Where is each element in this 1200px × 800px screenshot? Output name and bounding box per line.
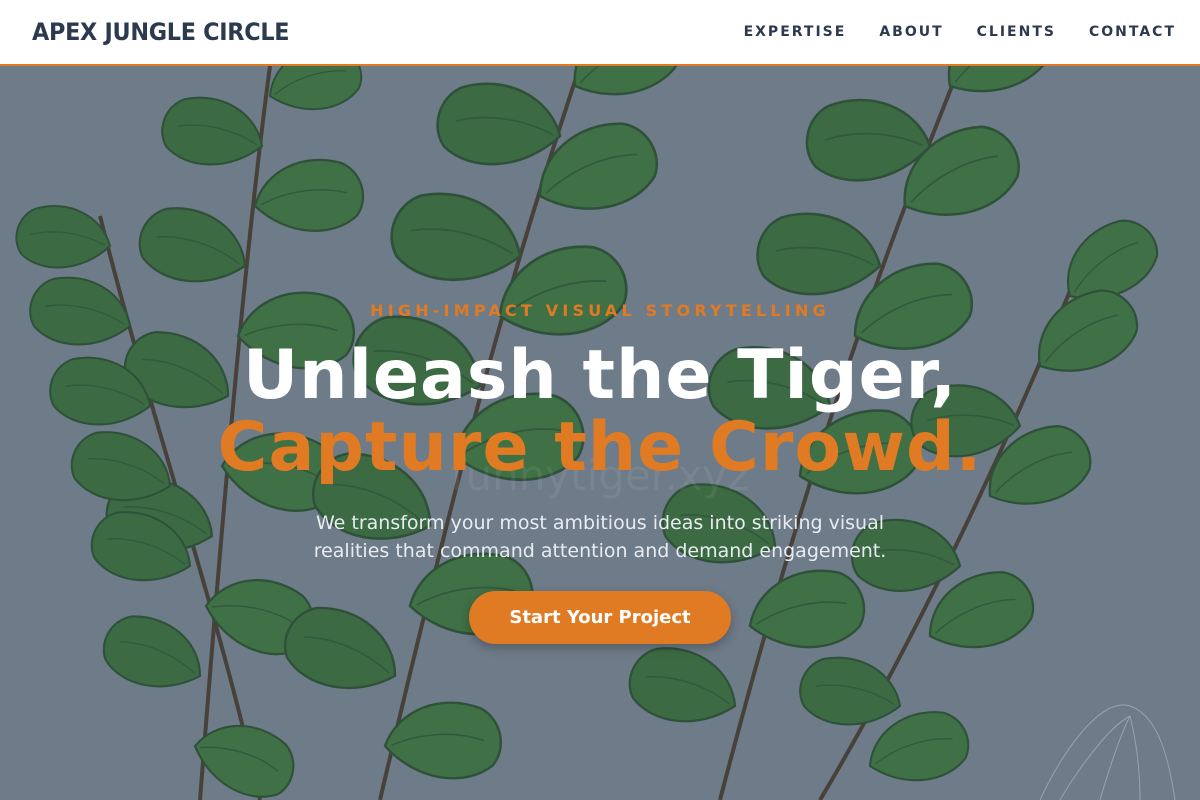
brand-logo[interactable]: APEX JUNGLE CIRCLE (32, 18, 290, 46)
site-header: APEX JUNGLE CIRCLE EXPERTISE ABOUT CLIEN… (0, 0, 1200, 66)
nav-link-expertise[interactable]: EXPERTISE (744, 24, 847, 40)
hero-content: funnytiger.xyz HIGH-IMPACT VISUAL STORYT… (0, 66, 1200, 800)
nav-link-contact[interactable]: CONTACT (1089, 24, 1176, 40)
start-project-button[interactable]: Start Your Project (469, 591, 731, 644)
nav-link-clients[interactable]: CLIENTS (977, 24, 1056, 40)
hero-headline-line2: Capture the Crowd. (217, 408, 983, 487)
hero-section: funnytiger.xyz HIGH-IMPACT VISUAL STORYT… (0, 66, 1200, 800)
hero-subtext: We transform your most ambitious ideas i… (313, 512, 887, 562)
main-nav: EXPERTISE ABOUT CLIENTS CONTACT (744, 24, 1176, 40)
hero-headline-line1: Unleash the Tiger, (242, 336, 958, 415)
hero-eyebrow: HIGH-IMPACT VISUAL STORYTELLING (370, 301, 830, 320)
nav-link-about[interactable]: ABOUT (879, 24, 943, 40)
